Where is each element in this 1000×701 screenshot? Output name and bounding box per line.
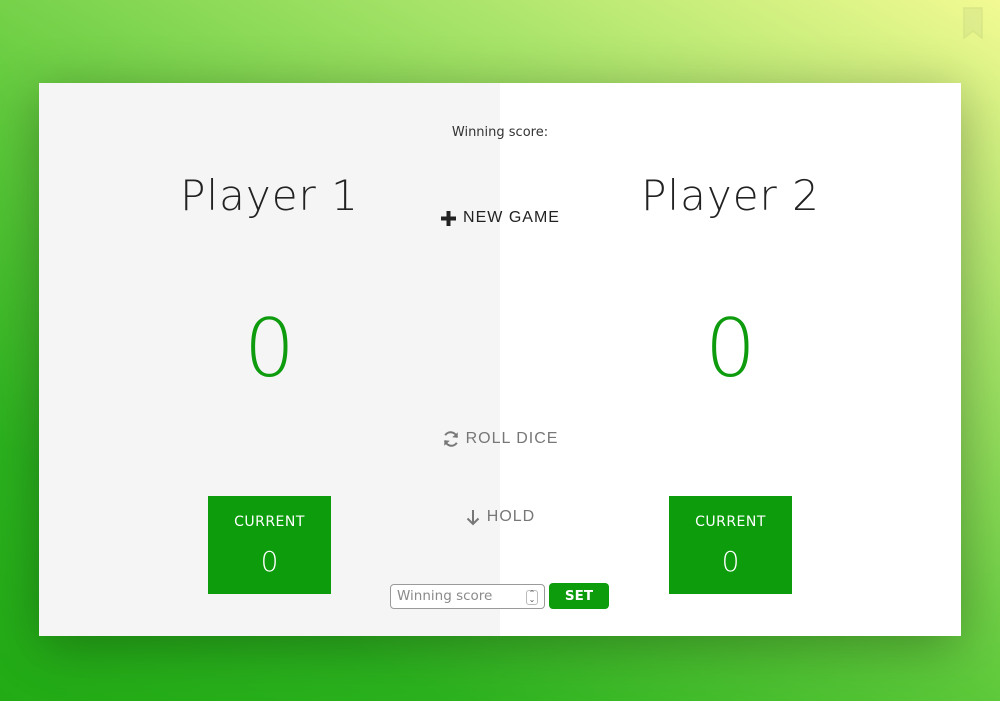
player-1-current-score: 0 — [260, 545, 279, 578]
roll-dice-button[interactable]: ROLL DICE — [39, 430, 961, 453]
winning-score-placeholder: Winning score — [397, 588, 493, 604]
winning-score-label: Winning score: — [451, 125, 549, 140]
hold-label: HOLD — [486, 508, 536, 525]
winning-score-form: Winning score ⌃ ⌄ SET — [390, 583, 609, 609]
player-2-score: 0 — [705, 302, 756, 395]
player-2-panel: Player 2 0 CURRENT 0 — [500, 83, 961, 636]
arrow-down-icon — [466, 509, 479, 525]
new-game-button[interactable]: NEW GAME — [39, 209, 961, 232]
stepper-icon[interactable]: ⌃ ⌄ — [526, 589, 538, 605]
set-button[interactable]: SET — [549, 583, 609, 609]
winning-score-input[interactable]: Winning score ⌃ ⌄ — [390, 583, 545, 609]
new-game-label: NEW GAME — [463, 209, 560, 226]
player-1-panel: Player 1 0 CURRENT 0 — [39, 83, 500, 636]
bookmark-icon — [963, 7, 983, 40]
hold-button[interactable]: HOLD — [39, 508, 961, 531]
game-board: Player 1 0 CURRENT 0 Player 2 0 CURRENT … — [39, 83, 961, 636]
refresh-icon — [443, 431, 458, 447]
player-2-current-score: 0 — [721, 545, 740, 578]
roll-dice-label: ROLL DICE — [465, 430, 559, 447]
plus-icon — [441, 210, 457, 226]
player-1-score: 0 — [244, 302, 295, 395]
